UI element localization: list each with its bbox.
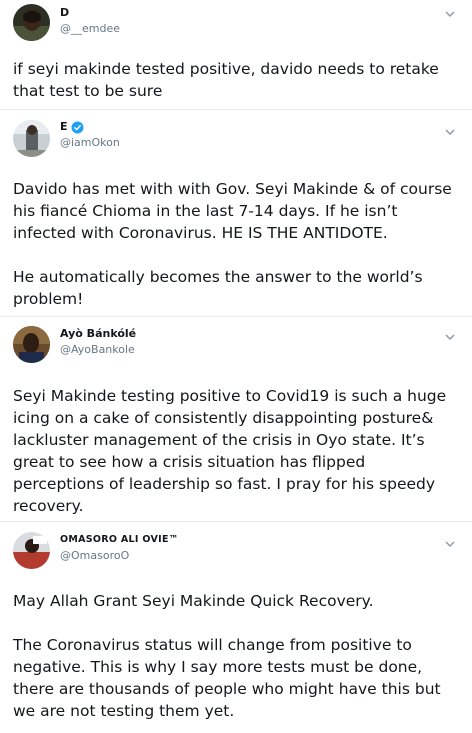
- verified-badge-icon: [71, 121, 83, 133]
- tweet-text: Seyi Makinde testing positive to Covid19…: [13, 387, 447, 515]
- user-handle[interactable]: @OmasoroO: [60, 548, 179, 563]
- chevron-down-icon[interactable]: [444, 331, 456, 343]
- display-name-text[interactable]: D: [60, 6, 69, 20]
- avatar[interactable]: [13, 120, 50, 157]
- tweet-3[interactable]: Ayò Bánkólé @AyoBankole Seyi Makinde tes…: [0, 317, 472, 522]
- tweet-2[interactable]: E @iamOkon Davido has met with with Gov.…: [0, 110, 472, 317]
- tweet-text: May Allah Grant Seyi Makinde Quick Recov…: [13, 592, 441, 720]
- display-name[interactable]: Ayò Bánkólé: [60, 327, 136, 341]
- avatar[interactable]: [13, 326, 50, 363]
- display-name[interactable]: E: [60, 120, 120, 134]
- display-name-text[interactable]: OMASORO ALI OVIE™: [60, 533, 179, 547]
- avatar[interactable]: [13, 4, 50, 41]
- tweet-text: Davido has met with with Gov. Seyi Makin…: [13, 180, 452, 308]
- user-handle[interactable]: @AyoBankole: [60, 342, 136, 357]
- avatar[interactable]: [13, 532, 50, 569]
- display-name-text[interactable]: Ayò Bánkólé: [60, 327, 136, 341]
- display-name-text[interactable]: E: [60, 120, 68, 134]
- display-name[interactable]: D: [60, 6, 120, 20]
- tweet-4[interactable]: OMASORO ALI OVIE™ @OmasoroO May Allah Gr…: [0, 522, 472, 733]
- user-handle[interactable]: @__emdee: [60, 21, 120, 36]
- tweet-1[interactable]: D @__emdee if seyi makinde tested positi…: [0, 0, 472, 110]
- chevron-down-icon[interactable]: [444, 8, 456, 20]
- tweet-text: if seyi makinde tested positive, davido …: [13, 60, 439, 100]
- display-name[interactable]: OMASORO ALI OVIE™: [60, 533, 179, 547]
- chevron-down-icon[interactable]: [444, 126, 456, 138]
- chevron-down-icon[interactable]: [444, 538, 456, 550]
- user-handle[interactable]: @iamOkon: [60, 135, 120, 150]
